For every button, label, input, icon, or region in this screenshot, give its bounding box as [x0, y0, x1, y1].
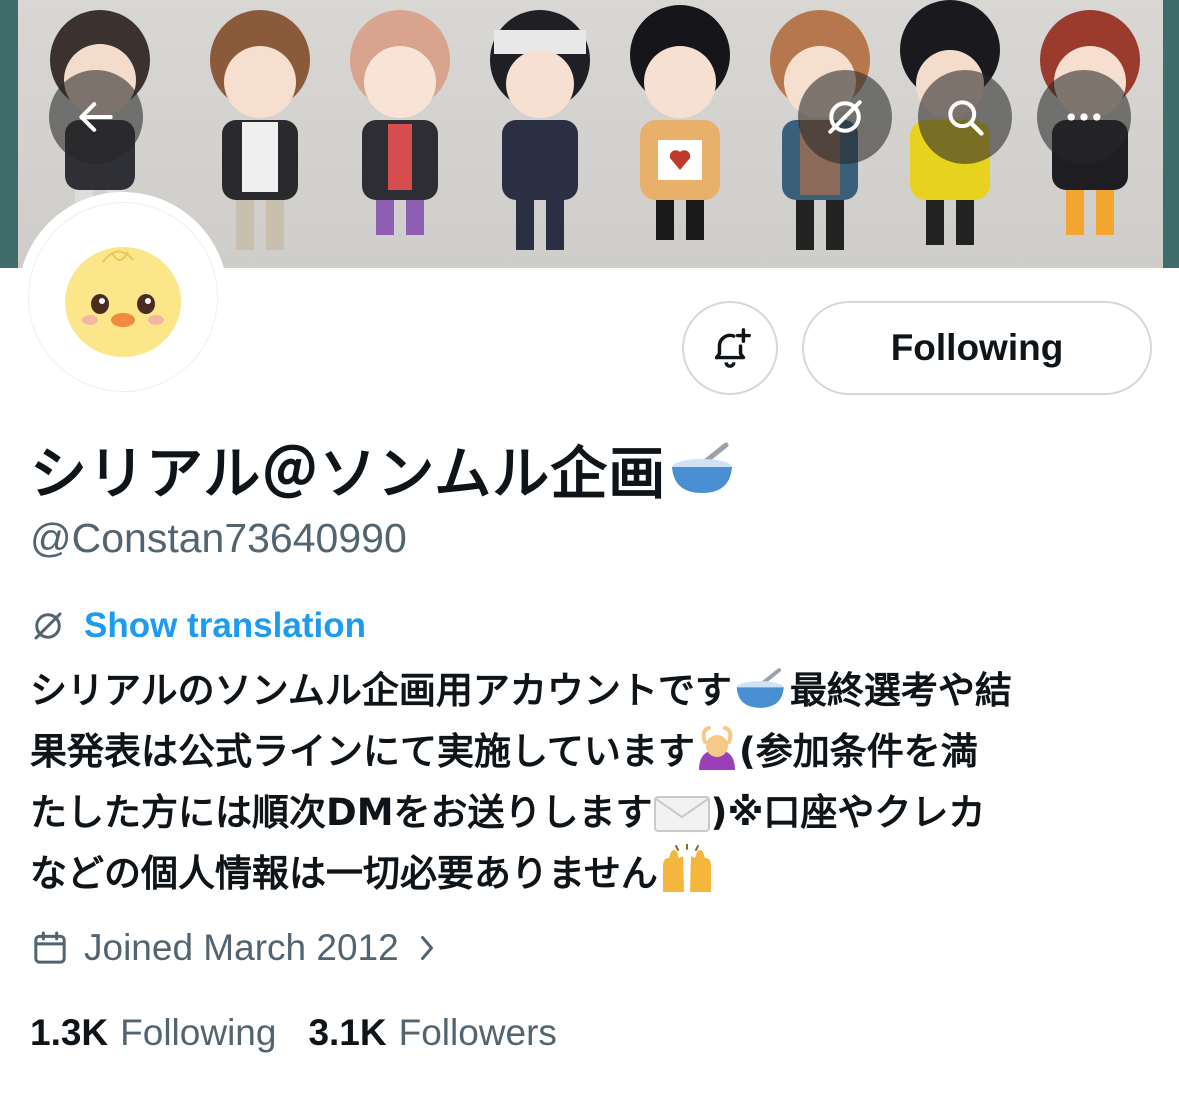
bell-plus-icon [714, 328, 751, 368]
banner-edge-left [0, 0, 18, 268]
banner-character-3 [350, 10, 450, 235]
envelope-emoji-icon [653, 796, 710, 832]
banner-edge-right [1163, 0, 1179, 268]
more-options-button[interactable] [1037, 70, 1131, 164]
search-button[interactable] [918, 70, 1012, 164]
followers-stat[interactable]: 3.1K Followers [308, 1012, 556, 1054]
follow-stats: 1.3K Following 3.1K Followers [30, 1012, 589, 1054]
following-label: Following [120, 1012, 277, 1053]
bio: シリアルのソンムル企画用アカウントです 最終選考や結 果発表は公式ラインにて実施し… [30, 660, 1160, 904]
bowl-emoji-icon [736, 668, 784, 708]
back-button[interactable] [49, 70, 143, 164]
avatar[interactable] [18, 192, 228, 402]
chick-avatar-icon [65, 247, 181, 357]
bio-text: )※口座やクレカ [710, 791, 986, 834]
bio-text: (参加条件を満 [738, 730, 978, 773]
bio-line-2: 果発表は公式ラインにて実施しています (参加条件を満 [30, 721, 1160, 782]
avatar-image [28, 202, 218, 392]
bio-text: シリアルのソンムル企画用アカウントです [30, 669, 732, 712]
handle: @Constan73640990 [30, 515, 407, 561]
translate-icon [828, 100, 862, 134]
banner-character-5 [630, 5, 730, 240]
notify-button[interactable] [682, 301, 778, 395]
bio-text: などの個人情報は一切必要ありません [30, 852, 658, 895]
banner-character-4 [490, 10, 590, 250]
bio-line-4: などの個人情報は一切必要ありません [30, 843, 1160, 904]
joined-label: Joined March 2012 [84, 927, 399, 968]
bio-line-3: たした方には順次DMをお送りします )※口座やクレカ [30, 782, 1160, 843]
translate-header-button[interactable] [798, 70, 892, 164]
arrow-left-icon [79, 102, 113, 132]
banner-character-2 [210, 10, 310, 250]
followers-label: Followers [398, 1012, 557, 1053]
bio-text: 最終選考や結 [789, 669, 1012, 712]
display-name: シリアル＠ソンムル企画 [30, 428, 736, 510]
show-translation-link[interactable]: Show translation [30, 606, 366, 646]
following-stat[interactable]: 1.3K Following [30, 1012, 276, 1054]
bio-line-1: シリアルのソンムル企画用アカウントです 最終選考や結 [30, 660, 1160, 721]
bio-text: 果発表は公式ラインにて実施しています [30, 730, 695, 773]
bio-text: たした方には順次DMをお送りします [30, 791, 653, 834]
followers-count: 3.1K [308, 1012, 387, 1053]
woman-gesturing-ok-emoji-icon [698, 726, 735, 770]
translate-icon [34, 612, 62, 640]
search-icon [948, 100, 984, 136]
chevron-right-icon [420, 936, 433, 960]
show-translation-label: Show translation [84, 606, 366, 645]
raising-hands-emoji-icon [662, 844, 711, 892]
following-button[interactable]: Following [802, 301, 1152, 395]
calendar-icon [34, 931, 66, 964]
bowl-emoji-icon [672, 442, 733, 493]
following-count: 1.3K [30, 1012, 109, 1053]
more-horizontal-icon [1067, 113, 1101, 121]
joined-date[interactable]: Joined March 2012 [30, 927, 437, 969]
display-name-text: シリアル＠ソンムル企画 [30, 441, 667, 507]
